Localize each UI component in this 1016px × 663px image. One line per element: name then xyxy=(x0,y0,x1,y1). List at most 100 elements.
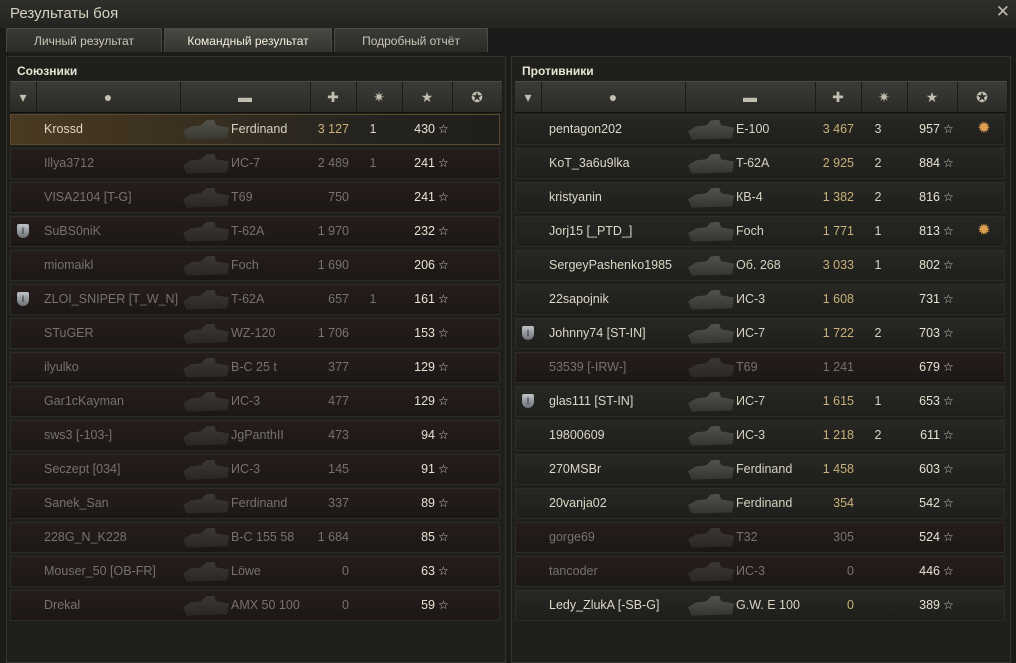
xp-value: 813 xyxy=(919,224,940,238)
player-row[interactable]: 270MSBr Ferdinand 1 458 603 ☆ xyxy=(515,454,1005,485)
player-row[interactable]: Krossd Ferdinand 3 127 1 430 ☆ xyxy=(10,114,500,145)
allies-title: Союзники xyxy=(17,64,78,78)
damage-value: 0 xyxy=(342,598,349,612)
kills-value xyxy=(868,591,888,620)
player-row[interactable]: miomaikl Foch 1 690 206 ☆ xyxy=(10,250,500,281)
star-icon-header[interactable]: ★ xyxy=(907,82,958,112)
player-icon-header[interactable]: ● xyxy=(36,82,181,112)
damage-value: 3 033 xyxy=(822,258,854,272)
damage-icon-header[interactable]: ✚ xyxy=(815,82,862,112)
player-row[interactable]: I Johnny74 [ST-IN] ИС-7 1 722 2 703 ☆ xyxy=(515,318,1005,349)
kills-value xyxy=(363,523,383,552)
player-row[interactable]: Gar1cKayman ИС-3 477 129 ☆ xyxy=(10,386,500,417)
star-icon: ☆ xyxy=(943,394,954,408)
damage-icon-header[interactable]: ✚ xyxy=(310,82,357,112)
damage-value: 2 925 xyxy=(822,156,854,170)
player-row[interactable]: kristyanin КВ-4 1 382 2 816 ☆ xyxy=(515,182,1005,213)
tank-icon xyxy=(183,527,229,548)
tank-icon-header[interactable]: ▬ xyxy=(180,82,311,112)
close-icon[interactable]: ✕ xyxy=(996,2,1010,22)
player-row[interactable]: Illya3712 ИС-7 2 489 1 241 ☆ xyxy=(10,148,500,179)
star-icon-header[interactable]: ★ xyxy=(402,82,453,112)
player-row[interactable]: ilyulko B-C 25 t 377 129 ☆ xyxy=(10,352,500,383)
kills-icon-header[interactable]: ✷ xyxy=(861,82,908,112)
player-row[interactable]: Sanek_San Ferdinand 337 89 ☆ xyxy=(10,488,500,519)
damage-value: 0 xyxy=(847,598,854,612)
kills-icon-header[interactable]: ✷ xyxy=(356,82,403,112)
rank-icon-header[interactable]: ▾ xyxy=(10,82,37,112)
player-row[interactable]: I ZLOI_SNIPER [T_W_N] T-62A 657 1 161 ☆ xyxy=(10,284,500,315)
player-row[interactable]: VISA2104 [T-G] T69 750 241 ☆ xyxy=(10,182,500,213)
star-icon: ☆ xyxy=(943,190,954,204)
kills-value: 1 xyxy=(874,224,882,238)
damage-value: 1 241 xyxy=(822,360,854,374)
kills-value xyxy=(868,557,888,586)
tank-icon xyxy=(688,561,734,582)
kills-value xyxy=(363,251,383,280)
player-row[interactable]: gorge69 T32 305 524 ☆ xyxy=(515,522,1005,553)
rank-icon-header[interactable]: ▾ xyxy=(515,82,542,112)
player-row[interactable]: STuGER WZ-120 1 706 153 ☆ xyxy=(10,318,500,349)
damage-value: 1 684 xyxy=(317,530,349,544)
player-name: Jorj15 [_PTD_] xyxy=(549,224,633,238)
xp-value: 241 xyxy=(414,156,435,170)
player-row[interactable]: 20vanja02 Ferdinand 354 542 ☆ xyxy=(515,488,1005,519)
player-row[interactable]: 19800609 ИС-3 1 218 2 611 ☆ xyxy=(515,420,1005,451)
tank-icon xyxy=(688,425,734,446)
player-row[interactable]: sws3 [-103-] JgPanthII 473 94 ☆ xyxy=(10,420,500,451)
vehicle-name: T-62A xyxy=(231,292,265,306)
player-row[interactable]: Seczept [034] ИС-3 145 91 ☆ xyxy=(10,454,500,485)
tab-personal-result[interactable]: Личный результат xyxy=(6,28,162,52)
tank-icon xyxy=(688,391,734,412)
tank-icon-header[interactable]: ▬ xyxy=(685,82,816,112)
player-row[interactable]: 22sapojnik ИС-3 1 608 731 ☆ xyxy=(515,284,1005,315)
player-row[interactable]: SergeyPashenko1985 Об. 268 3 033 1 802 ☆ xyxy=(515,250,1005,281)
tank-icon xyxy=(183,425,229,446)
star-icon: ☆ xyxy=(438,530,449,544)
tab-team-result[interactable]: Командный результат xyxy=(164,28,332,52)
vehicle-name: B-C 25 t xyxy=(231,360,277,374)
tank-icon xyxy=(183,357,229,378)
enemies-title: Противники xyxy=(522,64,594,78)
medal-icon-header[interactable]: ✪ xyxy=(957,82,1008,112)
player-row[interactable]: tancoder ИС-3 0 446 ☆ xyxy=(515,556,1005,587)
tank-icon xyxy=(688,595,734,616)
star-icon: ☆ xyxy=(943,360,954,374)
player-icon-header[interactable]: ● xyxy=(541,82,686,112)
damage-value: 1 970 xyxy=(317,224,349,238)
xp-value: 63 xyxy=(421,564,435,578)
player-row[interactable]: 53539 [-IRW-] T69 1 241 679 ☆ xyxy=(515,352,1005,383)
player-row[interactable]: 228G_N_K228 B-C 155 58 1 684 85 ☆ xyxy=(10,522,500,553)
player-row[interactable]: Mouser_50 [OB-FR] Löwe 0 63 ☆ xyxy=(10,556,500,587)
damage-value: 145 xyxy=(328,462,349,476)
tab-detailed-report[interactable]: Подробный отчёт xyxy=(334,28,488,52)
tank-icon xyxy=(688,153,734,174)
player-row[interactable]: KoT_3a6u9lka T-62A 2 925 2 884 ☆ xyxy=(515,148,1005,179)
damage-value: 1 722 xyxy=(822,326,854,340)
tank-icon xyxy=(688,221,734,242)
rank-badge-icon: I xyxy=(17,292,29,306)
player-row[interactable]: Iglas111 [ST-IN] ИС-7 1 615 1 653 ☆ xyxy=(515,386,1005,417)
player-row[interactable]: Drekal AMX 50 100 0 59 ☆ xyxy=(10,590,500,621)
vehicle-name: E-100 xyxy=(736,122,770,136)
player-name: Drekal xyxy=(44,598,81,612)
star-icon: ☆ xyxy=(943,530,954,544)
player-row[interactable]: pentagon202 E-100 3 467 3 957 ☆ ✹ xyxy=(515,114,1005,145)
xp-value: 94 xyxy=(421,428,435,442)
player-row[interactable]: Ledy_ZlukA [-SB-G] G.W. E 100 0 389 ☆ xyxy=(515,590,1005,621)
damage-value: 3 127 xyxy=(317,122,349,136)
player-row[interactable]: Jorj15 [_PTD_] Foch 1 771 1 813 ☆ ✹ xyxy=(515,216,1005,247)
vehicle-name: Ferdinand xyxy=(736,496,793,510)
player-name: Krossd xyxy=(44,122,83,136)
player-name: ZLOI_SNIPER [T_W_N] xyxy=(44,292,179,306)
tank-icon xyxy=(183,459,229,480)
rank-badge-icon: I xyxy=(522,394,534,408)
medal-icon-header[interactable]: ✪ xyxy=(452,82,503,112)
star-icon: ☆ xyxy=(438,462,449,476)
player-name: sws3 [-103-] xyxy=(44,428,113,442)
kills-value: 2 xyxy=(874,428,882,442)
xp-value: 430 xyxy=(414,122,435,136)
kills-value xyxy=(363,591,383,620)
player-row[interactable]: I SuBS0niK T-62A 1 970 232 ☆ xyxy=(10,216,500,247)
xp-value: 884 xyxy=(919,156,940,170)
